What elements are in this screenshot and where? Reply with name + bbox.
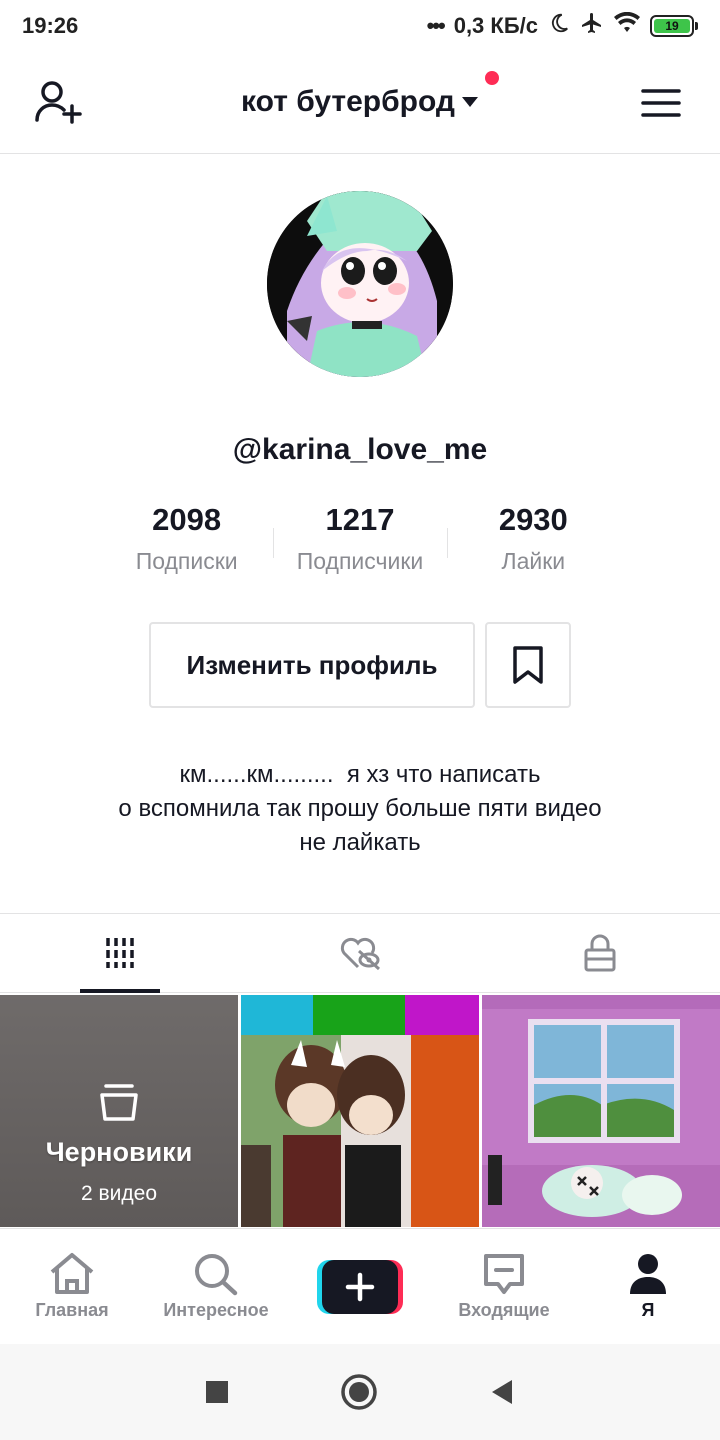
search-icon: [195, 1254, 238, 1296]
nav-profile[interactable]: Я: [576, 1252, 720, 1321]
profile-stats: 2098 Подписки 1217 Подписчики 2930 Лайки: [100, 502, 620, 582]
tab-private[interactable]: [480, 914, 720, 992]
status-bar: 19:26 ••• 0,3 КБ/с 19: [0, 0, 720, 52]
battery-level: 19: [654, 19, 690, 33]
video-grid: Черновики 2 видео: [0, 995, 720, 1227]
inbox-icon: [484, 1254, 524, 1294]
profile-tabs: [0, 913, 720, 993]
lock-icon: [584, 934, 616, 972]
nav-home[interactable]: Главная: [0, 1252, 144, 1321]
nav-profile-label: Я: [641, 1300, 655, 1320]
add-user-button[interactable]: [32, 76, 86, 130]
airplane-icon: [580, 11, 604, 41]
menu-button[interactable]: [634, 76, 688, 130]
bio-line: о вспомнила так прошу больше пяти видео: [118, 795, 602, 822]
bottom-nav: Главная Интересное Входящие Я: [0, 1228, 720, 1344]
notification-dot: [484, 71, 499, 85]
create-button[interactable]: [317, 1259, 403, 1314]
avatar[interactable]: [267, 191, 453, 377]
system-nav: [0, 1344, 720, 1440]
nav-inbox-label: Входящие: [458, 1300, 550, 1320]
dots-icon: •••: [426, 13, 446, 38]
stat-likes-value: 2930: [498, 502, 568, 537]
recents-button[interactable]: [204, 1379, 230, 1405]
nav-create[interactable]: [288, 1259, 432, 1314]
bio-line: не лайкать: [299, 829, 421, 856]
page-title: кот бутерброд: [241, 85, 455, 118]
nav-discover-label: Интересное: [163, 1300, 269, 1320]
network-speed: 0,3 КБ/с: [453, 13, 538, 38]
battery-icon: 19: [650, 15, 698, 37]
moon-icon: [548, 12, 570, 40]
avatar-image: [267, 191, 453, 377]
drafts-tile[interactable]: Черновики 2 видео: [0, 995, 238, 1227]
grid-icon: [106, 938, 134, 968]
nav-discover[interactable]: Интересное: [144, 1252, 288, 1321]
video-thumbnail[interactable]: [482, 995, 720, 1227]
bookmarks-button[interactable]: [485, 622, 571, 708]
stat-likes-label: Лайки: [501, 548, 566, 574]
status-time: 19:26: [22, 13, 79, 38]
back-button[interactable]: [488, 1378, 516, 1406]
add-user-icon: [35, 80, 82, 124]
username: @karina_love_me: [232, 433, 488, 466]
drafts-count: 2 видео: [80, 1182, 157, 1205]
plus-icon: [345, 1272, 375, 1301]
wifi-icon: [614, 11, 640, 40]
tab-videos[interactable]: [0, 914, 240, 993]
top-nav: кот бутерброд: [0, 52, 720, 154]
profile-icon: [630, 1254, 666, 1294]
account-switcher[interactable]: кот бутерброд: [241, 71, 499, 119]
menu-icon: [641, 88, 681, 117]
stat-followers-value: 1217: [325, 502, 395, 537]
profile-bio: км......км......... я хз что написать о …: [0, 758, 720, 860]
stat-following-label: Подписки: [135, 548, 238, 574]
stat-followers-label: Подписчики: [296, 548, 424, 574]
stat-likes[interactable]: 2930 Лайки: [446, 502, 620, 582]
home-icon: [50, 1253, 94, 1294]
stat-followers[interactable]: 1217 Подписчики: [273, 502, 446, 582]
nav-inbox[interactable]: Входящие: [432, 1252, 576, 1321]
stat-following[interactable]: 2098 Подписки: [100, 502, 273, 582]
video-thumbnail-image: [482, 995, 720, 1227]
video-thumbnail[interactable]: [241, 995, 479, 1227]
edit-profile-button[interactable]: Изменить профиль: [149, 622, 475, 708]
status-icons: ••• 0,3 КБ/с 19: [427, 11, 698, 41]
bio-line: км......км......... я хз что написать: [179, 761, 541, 788]
drafts-label: Черновики: [45, 1137, 193, 1167]
nav-home-label: Главная: [35, 1300, 109, 1320]
video-thumbnail-image: [241, 995, 479, 1227]
chevron-down-icon: [461, 97, 478, 107]
tab-liked[interactable]: [240, 914, 480, 992]
drafts-icon: [100, 1084, 138, 1121]
stat-following-value: 2098: [152, 502, 222, 537]
liked-hidden-icon: [340, 937, 381, 971]
home-button[interactable]: [340, 1373, 378, 1411]
bookmark-icon: [513, 646, 543, 684]
